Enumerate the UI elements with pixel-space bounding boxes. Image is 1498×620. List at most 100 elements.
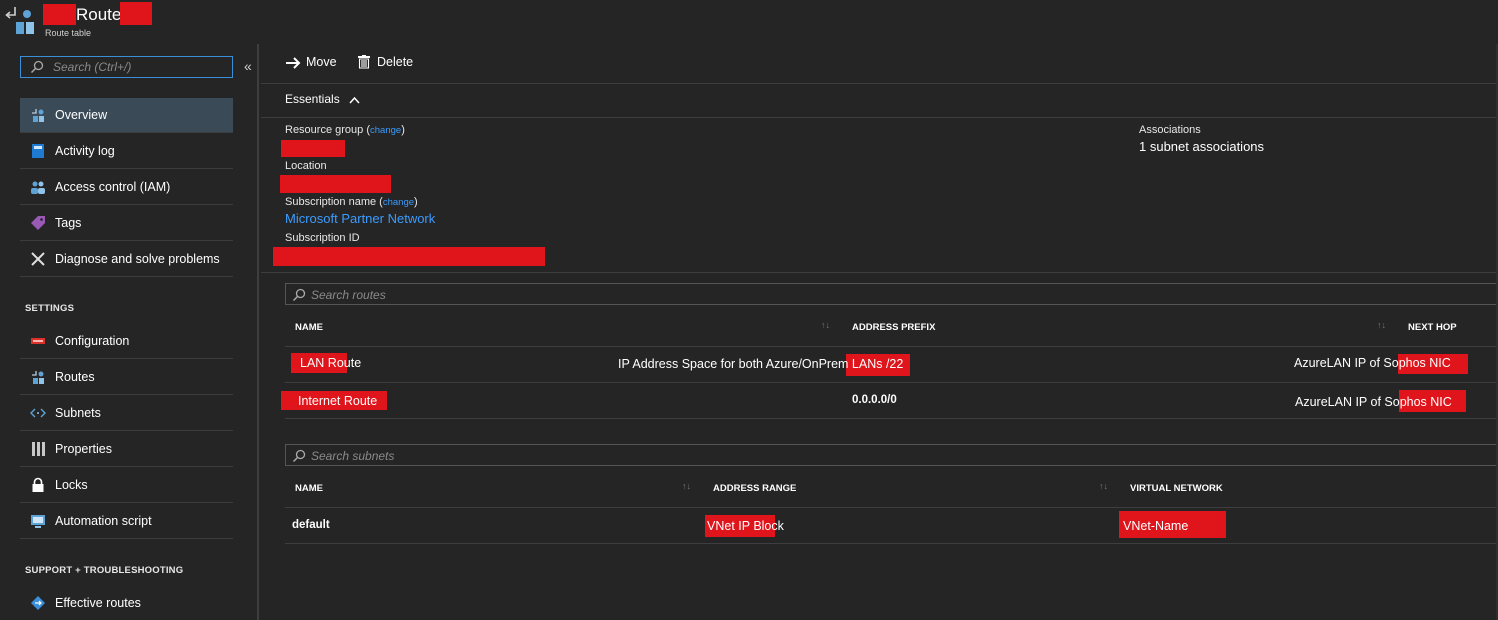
sidebar-item-properties[interactable]: Properties [20,432,233,467]
subscription-id-label: Subscription ID [285,232,360,244]
effective-routes-icon [31,596,45,610]
subnets-icon [30,408,46,418]
column-header-virtual-network[interactable]: VIRTUAL NETWORK [1130,483,1223,494]
sidebar-item-label: Access control (IAM) [55,180,171,194]
route-name-cell[interactable]: LAN Route [300,356,361,370]
activity-log-icon [32,144,44,158]
move-label: Move [306,55,337,69]
search-subnets-input[interactable]: Search subnets [285,444,1498,466]
redaction [273,247,545,266]
sidebar-item-label: Locks [55,478,88,492]
routes-icon [32,371,44,384]
delete-label: Delete [377,55,414,69]
table-divider [285,507,1498,508]
blade-header: Route Route table [0,0,1498,44]
route-next-hop-cell: AzureLAN IP of Sophos NIC [1295,395,1452,409]
subscription-name-link[interactable]: Microsoft Partner Network [285,211,435,226]
sidebar-item-label: Routes [55,370,95,384]
sidebar-item-label: Effective routes [55,596,141,610]
support-section-header: SUPPORT + TROUBLESHOOTING [25,565,184,576]
sidebar-item-overview[interactable]: Overview [20,98,233,133]
sidebar-item-diagnose[interactable]: Diagnose and solve problems [20,242,233,277]
arrow-right-icon [286,57,301,69]
subnet-vnet-cell[interactable]: VNet-Name [1123,519,1188,533]
resource-group-label: Resource group (change) [285,124,405,136]
toolbar-divider [261,83,1498,84]
column-header-name[interactable]: NAME [295,483,323,494]
change-subscription-link[interactable]: change [383,197,414,208]
sort-icon[interactable]: ↑↓ [682,481,691,491]
essentials-divider [261,117,1498,118]
route-next-hop-cell: AzureLAN IP of Sophos NIC [1294,356,1451,370]
subnet-range-cell: VNet IP Block [707,519,784,533]
search-subnets-placeholder: Search subnets [311,449,395,463]
sort-icon[interactable]: ↑↓ [821,320,830,330]
redaction [280,175,391,193]
sort-icon[interactable]: ↑↓ [1377,320,1386,330]
essentials-title: Essentials [285,92,340,106]
redaction [120,2,152,25]
sidebar-item-configuration[interactable]: Configuration [20,324,233,359]
collapse-sidebar-icon[interactable]: « [244,58,252,74]
chevron-up-icon [349,96,360,104]
tag-icon [31,216,45,230]
essentials-bottom-divider [261,272,1498,273]
redaction [43,4,76,25]
table-row-divider [285,418,1498,419]
route-name-cell[interactable]: Internet Route [298,394,377,408]
sidebar: Search (Ctrl+/) « Overview Activity log … [0,44,259,620]
sidebar-item-activity-log[interactable]: Activity log [20,134,233,169]
sidebar-item-automation-script[interactable]: Automation script [20,504,233,539]
associations-value: 1 subnet associations [1139,139,1265,154]
sidebar-item-routes[interactable]: Routes [20,360,233,395]
table-divider [285,346,1498,347]
route-prefix-cell: IP Address Space for both Azure/OnPrem L… [618,357,904,371]
sidebar-item-label: Automation script [55,514,152,528]
sidebar-item-label: Diagnose and solve problems [55,252,220,266]
search-routes-placeholder: Search routes [311,288,386,302]
table-row-divider [285,382,1498,383]
wrench-icon [31,252,45,266]
overview-icon [32,109,44,122]
subscription-name-text: Subscription name [285,196,377,208]
resource-group-text: Resource group [285,124,364,136]
essentials-toggle[interactable]: Essentials [285,92,360,106]
page-subtitle: Route table [45,28,92,38]
search-routes-input[interactable]: Search routes [285,283,1498,305]
column-header-address-range[interactable]: ADDRESS RANGE [713,483,796,494]
change-resource-group-link[interactable]: change [370,125,401,136]
automation-script-icon [31,515,45,528]
search-icon [292,288,306,302]
sidebar-item-label: Properties [55,442,112,456]
table-row-divider [285,543,1498,544]
column-header-address-prefix[interactable]: ADDRESS PREFIX [852,322,935,333]
location-label: Location [285,160,327,172]
redaction [281,140,345,157]
trash-icon [358,55,370,69]
configuration-icon [31,338,45,344]
sidebar-item-access-control[interactable]: Access control (IAM) [20,170,233,205]
sidebar-search-placeholder: Search (Ctrl+/) [53,60,132,74]
sidebar-item-label: Tags [55,216,82,230]
people-icon [31,181,45,194]
sidebar-item-label: Configuration [55,334,130,348]
properties-icon [32,442,45,456]
column-header-name[interactable]: NAME [295,322,323,333]
sidebar-search-input[interactable]: Search (Ctrl+/) [20,56,233,78]
sidebar-item-locks[interactable]: Locks [20,468,233,503]
sidebar-item-tags[interactable]: Tags [20,206,233,241]
route-prefix-cell: 0.0.0.0/0 [852,394,897,406]
lock-icon [32,477,44,492]
sidebar-item-subnets[interactable]: Subnets [20,396,233,431]
search-icon [292,449,306,463]
sidebar-item-effective-routes[interactable]: Effective routes [20,586,233,620]
associations-label: Associations [1139,124,1201,136]
subnet-name-cell[interactable]: default [292,519,330,531]
subscription-name-label: Subscription name (change) [285,196,418,208]
column-header-next-hop[interactable]: NEXT HOP [1408,322,1457,333]
main-content: Move Delete Essentials Resource group (c… [261,44,1498,620]
settings-section-header: SETTINGS [25,303,75,314]
page-title: Route [76,5,122,24]
sort-icon[interactable]: ↑↓ [1099,481,1108,491]
sidebar-item-label: Activity log [55,144,115,158]
